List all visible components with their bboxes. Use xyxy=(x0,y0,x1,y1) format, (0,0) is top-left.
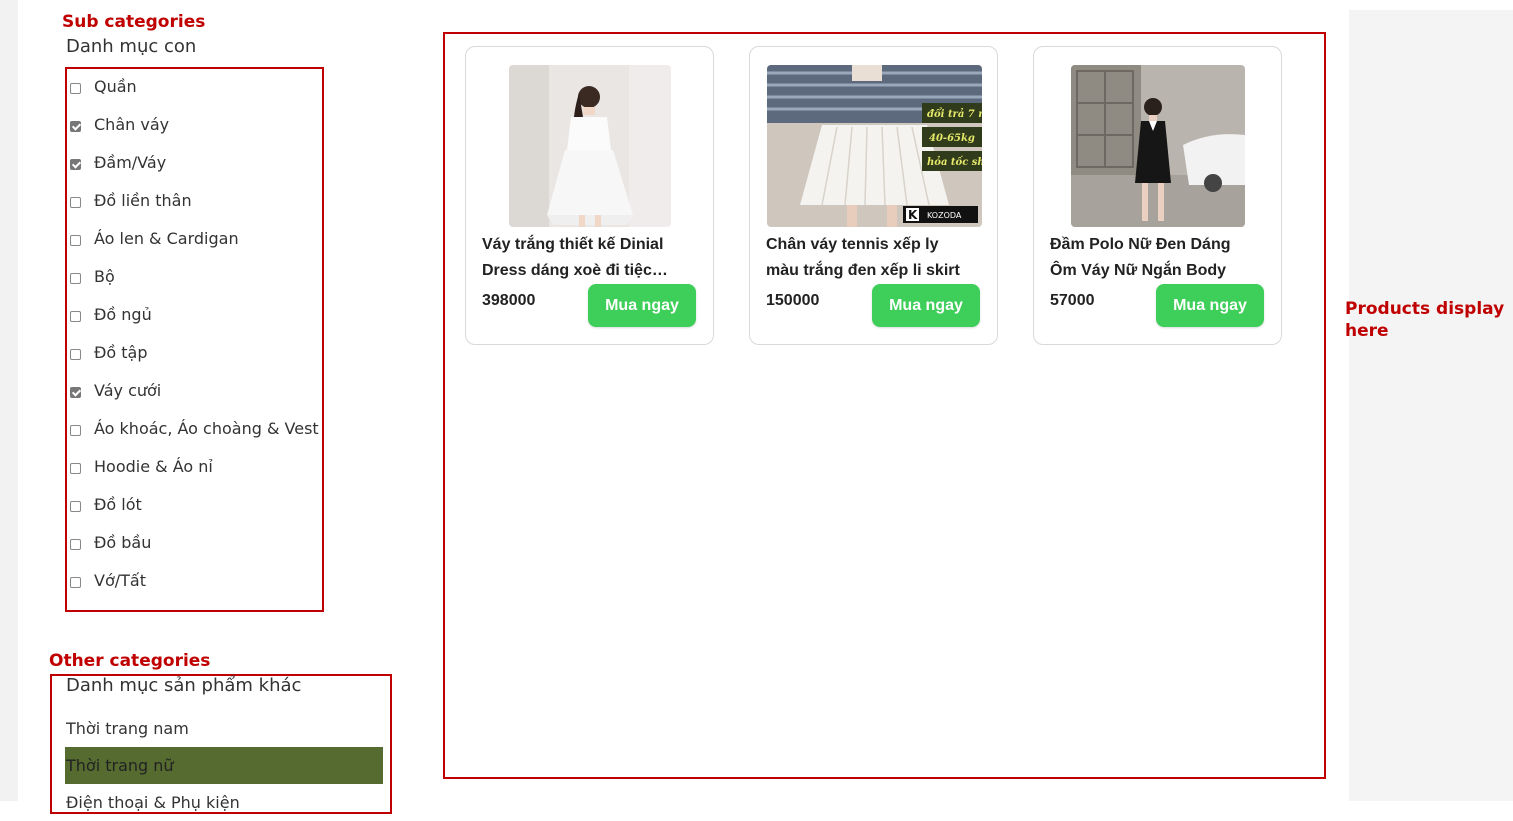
annotation-sub-categories: Sub categories xyxy=(62,12,206,32)
subcategory-item[interactable]: Đầm/Váy xyxy=(70,153,320,191)
product-image[interactable] xyxy=(509,65,671,227)
product-name[interactable]: Chân váy tennis xếp ly màu trắng đen xếp… xyxy=(766,232,971,284)
product-image[interactable] xyxy=(1071,65,1245,227)
right-gutter xyxy=(1349,10,1513,801)
checkbox[interactable] xyxy=(70,387,81,398)
checkbox[interactable] xyxy=(70,349,81,360)
checkbox[interactable] xyxy=(70,501,81,512)
subcategory-item[interactable]: Chân váy xyxy=(70,115,320,153)
subcategory-item[interactable]: Vớ/Tất xyxy=(70,571,320,609)
product-card[interactable]: Đầm Polo Nữ Đen Dáng Ôm Váy Nữ Ngắn Body… xyxy=(1033,46,1282,345)
checkbox[interactable] xyxy=(70,273,81,284)
product-card[interactable]: Váy trắng thiết kế Dinial Dress dáng xoè… xyxy=(465,46,714,345)
subcategory-label: Đồ ngủ xyxy=(94,305,152,324)
subcategory-label: Váy cưới xyxy=(94,381,162,400)
subcategory-item[interactable]: Áo len & Cardigan xyxy=(70,229,320,267)
checkbox[interactable] xyxy=(70,235,81,246)
product-name[interactable]: Đầm Polo Nữ Đen Dáng Ôm Váy Nữ Ngắn Body xyxy=(1050,232,1255,284)
product-photo-black-polo-dress xyxy=(1071,65,1245,227)
svg-text:hỏa tốc sh: hỏa tốc sh xyxy=(927,156,982,168)
subcategory-heading: Danh mục con xyxy=(66,36,197,57)
checkbox[interactable] xyxy=(70,197,81,208)
subcategory-label: Chân váy xyxy=(94,115,170,134)
subcategory-label: Quần xyxy=(94,77,137,96)
annotation-other-categories: Other categories xyxy=(49,651,211,671)
other-categories-heading: Danh mục sản phẩm khác xyxy=(66,675,302,696)
product-card[interactable]: K KOZODA đổi trả 7 ngày 40-65kg hỏa tốc … xyxy=(749,46,998,345)
product-photo-white-dress xyxy=(509,65,671,227)
subcategory-item[interactable]: Váy cưới xyxy=(70,381,320,419)
annotation-products-display: Products display here xyxy=(1345,299,1505,341)
buy-now-button[interactable]: Mua ngay xyxy=(588,284,696,327)
other-category-item-active[interactable]: Thời trang nữ xyxy=(65,747,383,784)
checkbox[interactable] xyxy=(70,83,81,94)
subcategory-label: Hoodie & Áo nỉ xyxy=(94,457,213,476)
checkbox[interactable] xyxy=(70,159,81,170)
subcategory-label: Đồ lót xyxy=(94,495,142,514)
subcategory-list: Quần Chân váy Đầm/Váy Đồ liền thân Áo le… xyxy=(70,77,320,609)
checkbox[interactable] xyxy=(70,425,81,436)
subcategory-item[interactable]: Đồ liền thân xyxy=(70,191,320,229)
subcategory-item[interactable]: Quần xyxy=(70,77,320,115)
svg-text:40-65kg: 40-65kg xyxy=(929,133,975,144)
subcategory-label: Bộ xyxy=(94,267,115,286)
subcategory-label: Đầm/Váy xyxy=(94,153,167,172)
product-price: 398000 xyxy=(482,292,536,309)
subcategory-item[interactable]: Áo khoác, Áo choàng & Vest xyxy=(70,419,320,457)
product-price: 150000 xyxy=(766,292,820,309)
subcategory-label: Đồ liền thân xyxy=(94,191,192,210)
buy-now-button[interactable]: Mua ngay xyxy=(872,284,980,327)
svg-text:đổi trả 7 ngày: đổi trả 7 ngày xyxy=(927,108,982,120)
subcategory-item[interactable]: Đồ lót xyxy=(70,495,320,533)
product-image[interactable]: K KOZODA đổi trả 7 ngày 40-65kg hỏa tốc … xyxy=(767,65,982,227)
subcategory-label: Áo len & Cardigan xyxy=(94,229,239,248)
subcategory-item[interactable]: Đồ ngủ xyxy=(70,305,320,343)
subcategory-item[interactable]: Đồ tập xyxy=(70,343,320,381)
left-gutter xyxy=(0,0,18,801)
product-price: 57000 xyxy=(1050,292,1095,309)
subcategory-label: Đồ bầu xyxy=(94,533,152,552)
checkbox[interactable] xyxy=(70,577,81,588)
subcategory-label: Đồ tập xyxy=(94,343,148,362)
checkbox[interactable] xyxy=(70,463,81,474)
buy-now-button[interactable]: Mua ngay xyxy=(1156,284,1264,327)
subcategory-label: Áo khoác, Áo choàng & Vest xyxy=(94,419,319,438)
other-categories-list: Thời trang nam Thời trang nữ Điện thoại … xyxy=(65,710,383,821)
product-name[interactable]: Váy trắng thiết kế Dinial Dress dáng xoè… xyxy=(482,232,687,284)
subcategory-item[interactable]: Bộ xyxy=(70,267,320,305)
checkbox[interactable] xyxy=(70,121,81,132)
other-category-item[interactable]: Thời trang nam xyxy=(65,710,383,747)
checkbox[interactable] xyxy=(70,311,81,322)
logo-text: KOZODA xyxy=(927,211,962,220)
subcategory-label: Vớ/Tất xyxy=(94,571,146,590)
checkbox[interactable] xyxy=(70,539,81,550)
other-category-item[interactable]: Điện thoại & Phụ kiện xyxy=(65,784,383,821)
svg-text:K: K xyxy=(908,208,918,222)
product-photo-tennis-skirt: K KOZODA đổi trả 7 ngày 40-65kg hỏa tốc … xyxy=(767,65,982,227)
subcategory-item[interactable]: Đồ bầu xyxy=(70,533,320,571)
subcategory-item[interactable]: Hoodie & Áo nỉ xyxy=(70,457,320,495)
